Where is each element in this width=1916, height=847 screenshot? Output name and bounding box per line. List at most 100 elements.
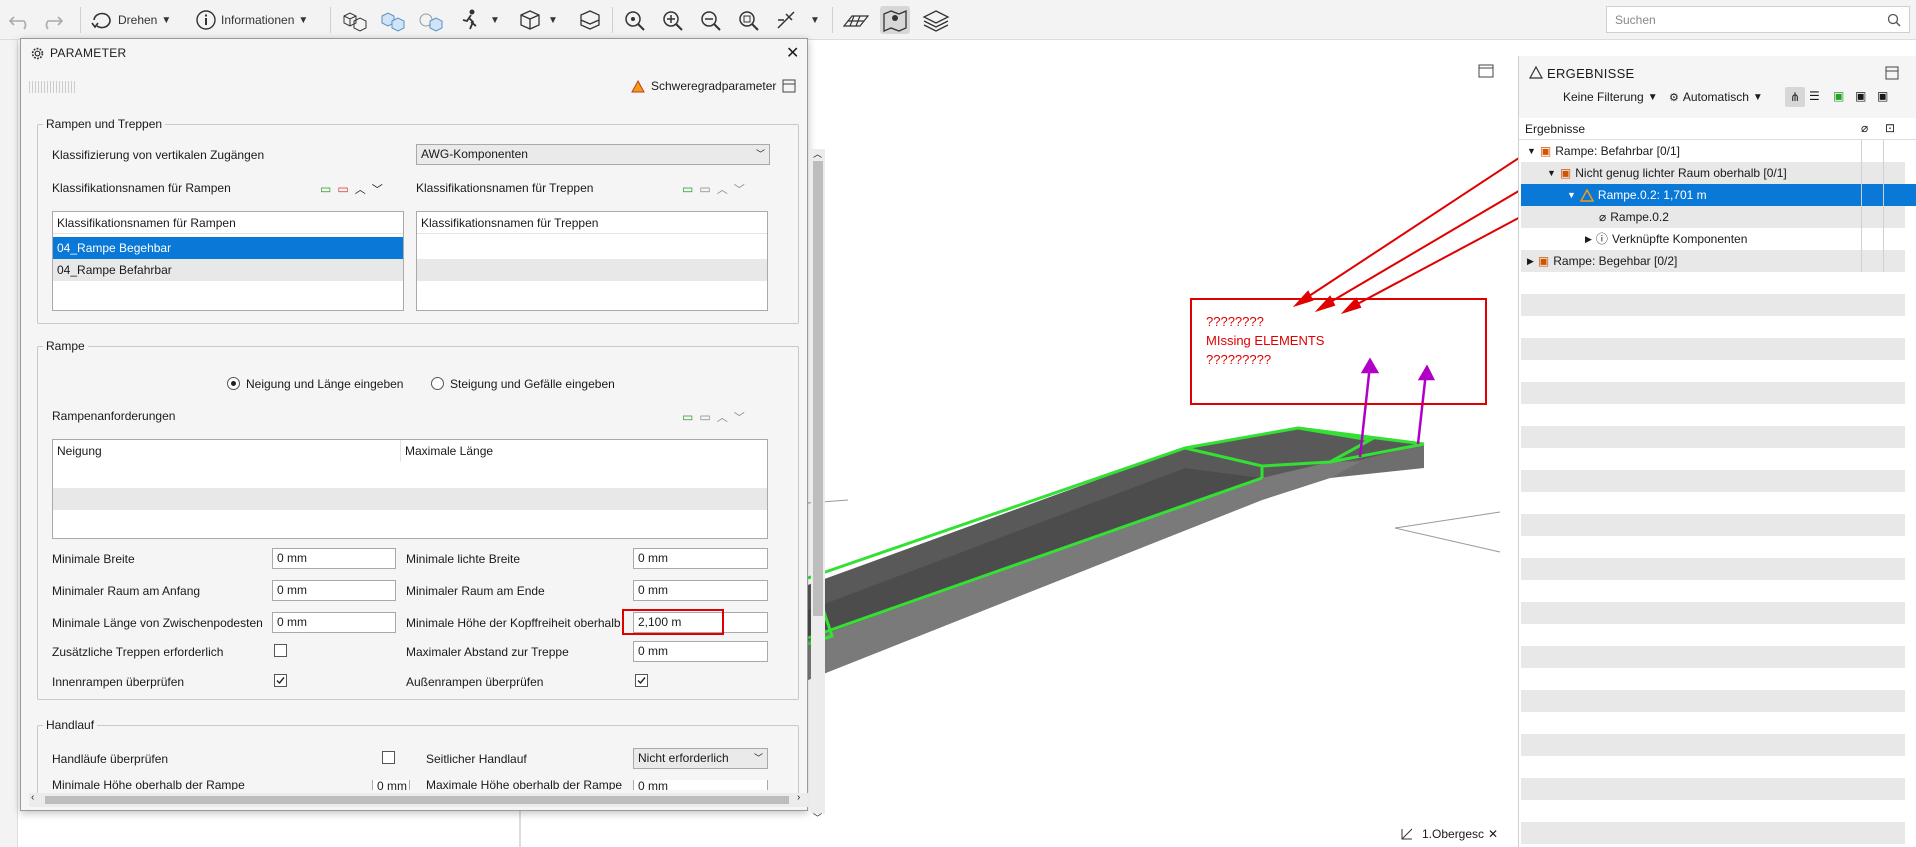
table-row[interactable] bbox=[417, 259, 767, 281]
drag-grip[interactable] bbox=[29, 81, 75, 93]
move-down-icon[interactable]: ﹀ bbox=[372, 181, 383, 197]
rule-icon: ▣ bbox=[1559, 166, 1572, 180]
scroll-left-icon[interactable]: ‹ bbox=[31, 792, 34, 803]
min-space-start-input[interactable]: 0 mm bbox=[272, 580, 396, 601]
zoom-window-icon[interactable] bbox=[736, 6, 762, 34]
scroll-right-icon[interactable]: › bbox=[797, 792, 800, 803]
info-dropdown[interactable]: Informationen ▼ bbox=[195, 6, 308, 34]
gear-icon bbox=[31, 47, 44, 60]
mode-dropdown[interactable]: ⚙ Automatisch ▼ bbox=[1669, 90, 1763, 104]
filter-dropdown[interactable]: Keine Filterung ▼ bbox=[1563, 90, 1658, 104]
panel-toggle-icon[interactable] bbox=[782, 79, 796, 93]
zoom-out-icon[interactable] bbox=[698, 6, 724, 34]
cube-set-icon[interactable] bbox=[340, 6, 368, 34]
result-label: Rampe: Befahrbar [0/1] bbox=[1555, 144, 1680, 158]
table-row[interactable]: 04_Rampe Begehbar bbox=[53, 237, 403, 259]
extra-stairs-checkbox[interactable] bbox=[274, 644, 287, 657]
scroll-thumb[interactable] bbox=[813, 161, 823, 616]
search-input[interactable]: Suchen bbox=[1606, 6, 1910, 33]
radio-slope-length[interactable] bbox=[227, 377, 240, 390]
section-box-icon[interactable] bbox=[576, 6, 604, 34]
delete-row-icon[interactable]: ▭ bbox=[699, 410, 710, 424]
expand-icon[interactable]: ▶ bbox=[1527, 250, 1534, 272]
radio-rise-fall[interactable] bbox=[431, 377, 444, 390]
collapse-icon[interactable]: ▼ bbox=[1547, 162, 1556, 184]
handrail-checkbox[interactable] bbox=[382, 751, 395, 764]
delete-row-icon[interactable]: ▭ bbox=[699, 182, 710, 196]
max-dist-input[interactable]: 0 mm bbox=[633, 641, 768, 662]
delete-row-icon[interactable]: ▭ bbox=[337, 182, 348, 196]
box-view-icon[interactable] bbox=[516, 6, 544, 34]
focus-icon[interactable]: ⊡ bbox=[1885, 121, 1895, 135]
cube-blue-icon[interactable] bbox=[378, 6, 406, 34]
result-row-selected-issue[interactable]: ▼ Rampe.0.2: 1,701 m bbox=[1521, 184, 1916, 206]
floor-plan-icon[interactable] bbox=[842, 6, 870, 34]
result-row-component[interactable]: ⌀ Rampe.0.2 bbox=[1521, 206, 1905, 228]
classification-select[interactable]: AWG-Komponenten ﹀ bbox=[416, 144, 770, 165]
add-issue-icon[interactable]: ▣ bbox=[1833, 89, 1844, 103]
add-row-icon[interactable]: ▭ bbox=[320, 182, 331, 196]
attachment-icon[interactable]: ⌀ bbox=[1861, 121, 1868, 135]
zoom-in-icon[interactable] bbox=[660, 6, 686, 34]
move-up-icon[interactable]: ︿ bbox=[717, 409, 728, 425]
vertical-scrollbar[interactable]: ︿ ﹀ bbox=[811, 147, 825, 823]
result-row-linked[interactable]: ▶ ⓘ Verknüpfte Komponenten bbox=[1521, 228, 1905, 250]
move-down-icon[interactable]: ﹀ bbox=[734, 181, 745, 197]
min-landing-input[interactable]: 0 mm bbox=[272, 612, 396, 633]
measure-icon[interactable] bbox=[774, 6, 800, 34]
max-height-input[interactable]: 0 mm bbox=[633, 780, 768, 790]
cube-isolate-icon[interactable] bbox=[416, 6, 444, 34]
viewport-maximize-icon[interactable] bbox=[1478, 63, 1494, 79]
horizontal-scrollbar[interactable]: ‹ › bbox=[29, 792, 809, 807]
move-down-icon[interactable]: ﹀ bbox=[734, 409, 745, 425]
ramp-names-label: Klassifikationsnamen für Rampen bbox=[52, 181, 231, 195]
collapse-icon[interactable]: ▼ bbox=[1567, 184, 1576, 206]
storey-indicator[interactable]: 1.Obergesc ✕ bbox=[1400, 824, 1500, 844]
result-row-headroom[interactable]: ▼ ▣ Nicht genug lichter Raum oberhalb [0… bbox=[1521, 162, 1905, 184]
map-pin-icon[interactable] bbox=[880, 6, 910, 34]
min-clear-width-input[interactable]: 0 mm bbox=[633, 548, 768, 569]
result-label: Rampe.0.2 bbox=[1610, 210, 1669, 224]
list-view-icon[interactable]: ☰ bbox=[1809, 89, 1820, 103]
side-handrail-select[interactable]: Nicht erforderlich ﹀ bbox=[633, 748, 768, 769]
table-row[interactable]: 04_Rampe Befahrbar bbox=[53, 259, 403, 281]
collapse-icon[interactable]: ▼ bbox=[1527, 140, 1536, 162]
outer-ramps-checkbox[interactable] bbox=[635, 674, 648, 687]
min-height-input[interactable]: 0 mm bbox=[372, 780, 410, 790]
min-space-end-input[interactable]: 0 mm bbox=[633, 580, 768, 601]
result-row-walkable[interactable]: ▶ ▣ Rampe: Begehbar [0/2] bbox=[1521, 250, 1905, 272]
severity-parameters-link[interactable]: Schweregradparameter bbox=[631, 79, 796, 93]
chevron-down-icon[interactable]: ▼ bbox=[490, 6, 500, 34]
requirements-label: Rampenanforderungen bbox=[52, 409, 176, 423]
rotate-dropdown[interactable]: Drehen ▼ bbox=[90, 6, 171, 34]
auto-gear-icon: ⚙ bbox=[1669, 91, 1679, 104]
redo-icon[interactable] bbox=[38, 6, 64, 34]
move-up-icon[interactable]: ︿ bbox=[717, 181, 728, 197]
add-row-icon[interactable]: ▭ bbox=[682, 410, 693, 424]
scroll-up-icon[interactable]: ︿ bbox=[813, 147, 822, 160]
scroll-down-icon[interactable]: ﹀ bbox=[813, 811, 822, 824]
tree-view-icon[interactable]: ⋔ bbox=[1785, 87, 1805, 107]
dialog-titlebar: PARAMETER bbox=[21, 39, 807, 67]
panel-toggle-icon[interactable] bbox=[1885, 66, 1899, 80]
walk-icon[interactable] bbox=[456, 6, 484, 34]
add-row-icon[interactable]: ▭ bbox=[682, 182, 693, 196]
chevron-down-icon: ▼ bbox=[298, 14, 309, 26]
inner-ramps-checkbox[interactable] bbox=[274, 674, 287, 687]
close-icon[interactable]: ✕ bbox=[1488, 827, 1498, 841]
results-title: ERGEBNISSE bbox=[1547, 66, 1635, 81]
issue-export-icon[interactable]: ▣ bbox=[1877, 89, 1888, 103]
zoom-fit-icon[interactable] bbox=[622, 6, 648, 34]
chevron-down-icon[interactable]: ▼ bbox=[548, 6, 558, 34]
h-scroll-thumb[interactable] bbox=[45, 796, 789, 804]
table-row[interactable] bbox=[53, 488, 767, 510]
close-dialog-button[interactable]: ✕ bbox=[786, 43, 799, 63]
result-row-driveable[interactable]: ▼ ▣ Rampe: Befahrbar [0/1] bbox=[1521, 140, 1905, 162]
undo-icon[interactable] bbox=[8, 6, 34, 34]
min-width-input[interactable]: 0 mm bbox=[272, 548, 396, 569]
issue-icon[interactable]: ▣ bbox=[1855, 89, 1866, 103]
move-up-icon[interactable]: ︿ bbox=[355, 181, 366, 197]
chevron-down-icon[interactable]: ▼ bbox=[810, 6, 820, 34]
expand-icon[interactable]: ▶ bbox=[1585, 228, 1592, 250]
layers-icon[interactable] bbox=[922, 6, 950, 34]
